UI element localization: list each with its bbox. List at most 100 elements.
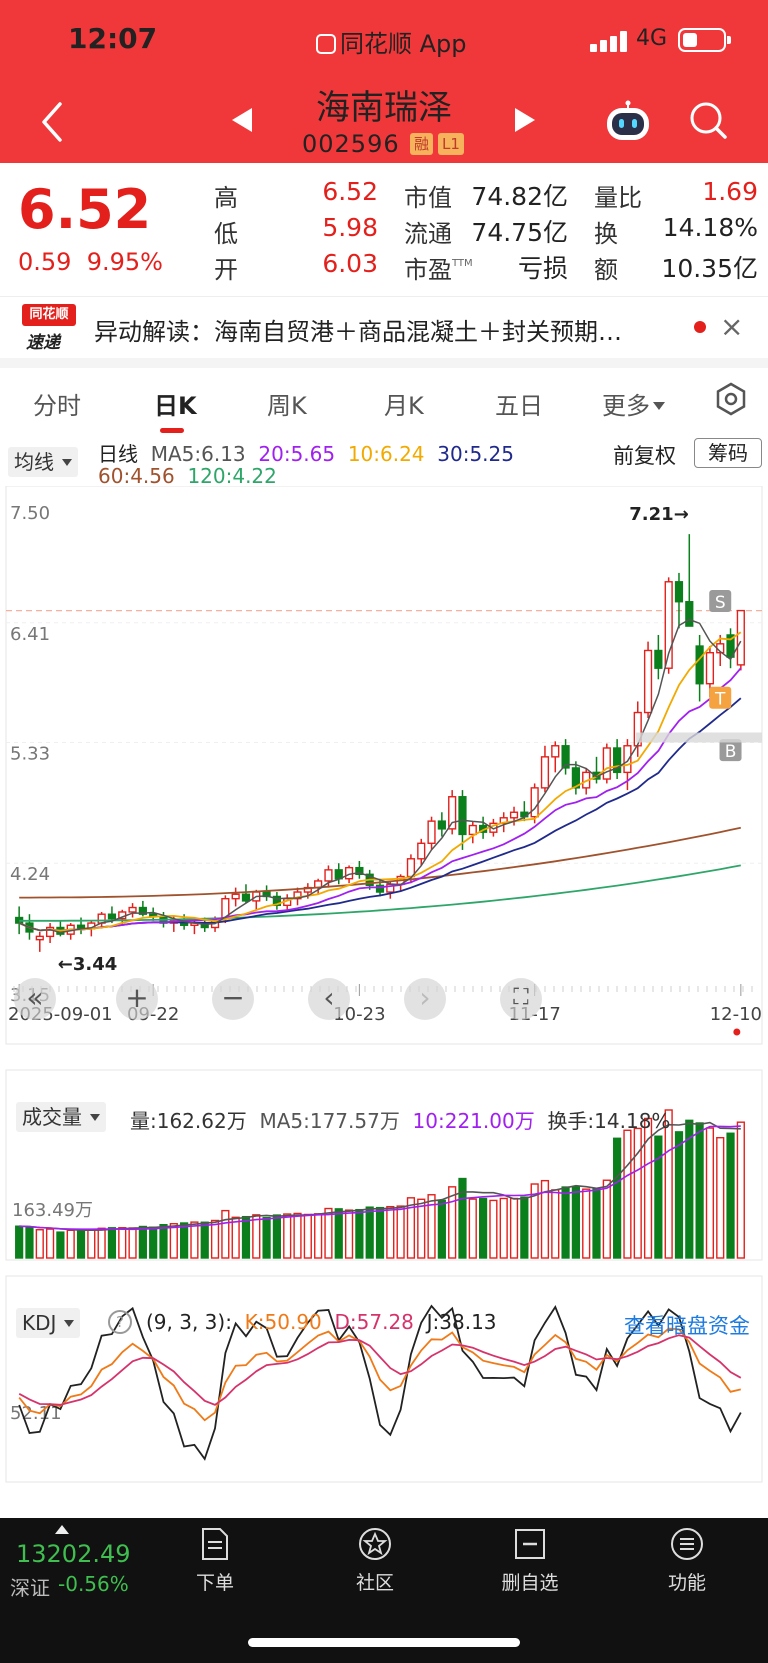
volume-bar-up <box>128 1227 137 1259</box>
volume-bar-up <box>396 1205 405 1259</box>
volume-bar-up <box>386 1205 395 1259</box>
low-value: 5.98 <box>322 213 378 242</box>
volume-bar-down <box>561 1186 570 1259</box>
news-text[interactable]: 异动解读：海南自贸港＋商品混凝土＋封关预期… <box>94 312 674 347</box>
volume-bar-up <box>210 1219 220 1259</box>
zoom-in-icon[interactable]: + <box>116 978 158 1020</box>
index-change: -0.56% <box>58 1572 129 1596</box>
kdj-d: D:57.28 <box>334 1310 414 1334</box>
turnover-label: 换 <box>594 220 618 248</box>
volume-bar-down <box>726 1132 735 1259</box>
today-dot <box>733 1028 741 1036</box>
tab-monthly-k[interactable]: 月K <box>384 386 424 421</box>
zoom-out-icon[interactable]: − <box>212 978 254 1020</box>
volume-bar-down <box>76 1229 86 1259</box>
indicator-select[interactable]: 均线 <box>8 447 78 477</box>
kdj-k: K:50.90 <box>244 1310 322 1334</box>
volume-bar-down <box>375 1206 385 1259</box>
remove-box-icon <box>515 1529 545 1559</box>
kdj-values: (9, 3, 3): K:50.90 D:57.28 J:38.13 <box>146 1310 497 1334</box>
chip-button[interactable]: 筹码 <box>694 438 762 468</box>
help-icon[interactable]: ? <box>108 1310 132 1334</box>
nav-remove-watchlist[interactable]: 删自选 <box>475 1526 585 1595</box>
pe-value: 亏损 <box>517 254 568 283</box>
volume-bar-down <box>138 1225 147 1259</box>
kline-chart[interactable]: 7.506.415.334.243.157.21→←3.44STB2025-09… <box>0 486 768 1518</box>
volume-y-label: 163.49万 <box>12 1200 93 1221</box>
app-logo-icon <box>316 34 336 54</box>
mktcap-label: 市值 <box>404 184 452 212</box>
dark-pool-link[interactable]: 查看暗盘资金 <box>624 1310 750 1340</box>
volume-bar-up <box>231 1216 240 1259</box>
pan-right-icon[interactable]: › <box>404 978 446 1020</box>
network-type: 4G <box>636 26 668 51</box>
ma5-value: MA5:6.13 <box>150 442 246 466</box>
volume-bar-down <box>695 1122 704 1259</box>
volume-bar-up <box>509 1197 519 1259</box>
tab-weekly-k[interactable]: 周K <box>267 386 307 421</box>
candle-up <box>35 935 44 941</box>
next-stock-icon[interactable] <box>515 108 535 132</box>
close-icon[interactable]: × <box>720 310 743 343</box>
volume-bar-down <box>592 1188 601 1259</box>
nav-order[interactable]: 下单 <box>160 1526 270 1595</box>
volume-bar-down <box>56 1231 65 1259</box>
tab-intraday[interactable]: 分时 <box>33 386 81 421</box>
ma60-value: 60:4.56 <box>98 464 175 488</box>
robot-assistant-icon[interactable] <box>604 100 652 142</box>
volume-bar-up <box>344 1209 354 1259</box>
volume-bar-up <box>118 1227 127 1259</box>
index-value[interactable]: 13202.49 <box>16 1540 131 1568</box>
volume-value: 量:162.62万 <box>130 1109 247 1133</box>
candle-up <box>427 820 436 844</box>
volume-bar-up <box>169 1223 178 1259</box>
candle-down <box>685 601 694 627</box>
fullscreen-icon[interactable]: ⛶ <box>500 978 542 1020</box>
volume-bar-up <box>551 1189 560 1259</box>
volume-bar-up <box>705 1127 715 1259</box>
chevron-down-icon <box>653 402 665 410</box>
volume-bar-up <box>283 1213 292 1259</box>
open-value: 6.03 <box>322 249 378 278</box>
tab-five-day[interactable]: 五日 <box>495 386 543 421</box>
candle-up <box>417 842 426 860</box>
ma120-value: 120:4.22 <box>187 464 277 488</box>
candle-up <box>448 796 457 830</box>
y-axis-label: 4.24 <box>10 864 50 885</box>
price-band <box>636 732 762 743</box>
volume-bar-up <box>35 1229 44 1259</box>
low-label: 低 <box>214 220 238 248</box>
search-icon[interactable] <box>688 100 728 140</box>
home-indicator[interactable] <box>248 1638 520 1647</box>
expand-up-icon[interactable] <box>55 1525 69 1534</box>
nav-community[interactable]: 社区 <box>320 1526 430 1595</box>
pan-left-icon[interactable]: ‹ <box>308 978 350 1020</box>
menu-circle-icon <box>671 1528 703 1560</box>
chevron-down-icon <box>62 459 72 466</box>
nav-functions[interactable]: 功能 <box>632 1526 742 1595</box>
candle-up <box>540 756 550 789</box>
volratio-value: 1.69 <box>702 177 758 206</box>
kdj-indicator-select[interactable]: KDJ <box>16 1308 81 1338</box>
tab-active-indicator <box>160 428 184 433</box>
volume-bar-up <box>468 1198 477 1259</box>
volume-bar-down <box>520 1196 529 1259</box>
volume-bar-down <box>458 1177 467 1259</box>
candle-down <box>241 893 251 902</box>
volume-bar-up <box>716 1137 725 1259</box>
trade-marker-label: B <box>725 742 737 762</box>
candle-up <box>128 906 137 913</box>
candle-up <box>530 787 539 818</box>
volume-bar-up <box>66 1229 75 1259</box>
tab-daily-k[interactable]: 日K <box>154 386 197 421</box>
kdj-j: J:38.13 <box>426 1310 497 1334</box>
adjust-mode[interactable]: 前复权 <box>613 440 676 470</box>
settings-hexagon-icon[interactable] <box>713 381 749 417</box>
tab-more[interactable]: 更多 <box>602 386 665 421</box>
candle-down <box>107 913 117 920</box>
volume-indicator-select[interactable]: 成交量 <box>16 1102 106 1132</box>
volume-bar-up <box>303 1213 312 1259</box>
collapse-left-icon[interactable]: « <box>14 978 56 1020</box>
volume-bar-up <box>582 1188 591 1259</box>
volume-ma5: MA5:177.57万 <box>259 1109 400 1133</box>
